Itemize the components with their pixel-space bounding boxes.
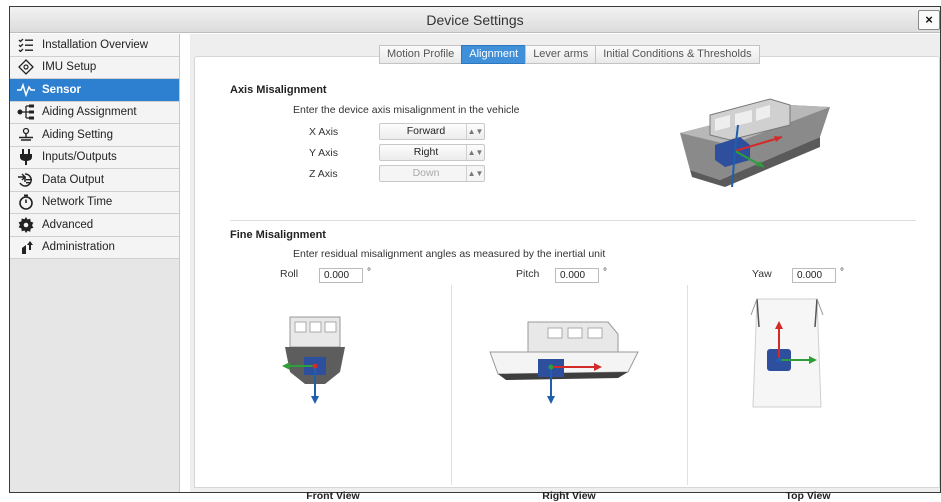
sidebar: Installation Overview IMU Setup Sensor A… — [10, 34, 180, 492]
top-view-caption: Top View — [785, 490, 831, 502]
sidebar-item-sensor[interactable]: Sensor — [10, 79, 179, 102]
sidebar-item-installation-overview[interactable]: Installation Overview — [10, 34, 179, 57]
alignment-panel: Axis Misalignment Enter the device axis … — [194, 56, 940, 502]
right-view-caption: Right View — [542, 490, 596, 502]
axis-misalignment-hint: Enter the device axis misalignment in th… — [293, 104, 520, 116]
yaw-input[interactable] — [792, 268, 836, 283]
x-axis-select[interactable]: Forward ▲▼ — [379, 123, 485, 140]
sidebar-item-label: Data Output — [42, 173, 105, 186]
right-view-illustration — [489, 321, 639, 404]
top-view-illustration — [750, 298, 824, 408]
front-view-illustration — [282, 316, 345, 404]
sidebar-item-label: Network Time — [42, 196, 113, 209]
main-content: Motion Profile Alignment Lever arms Init… — [190, 34, 940, 502]
imu-icon — [17, 59, 35, 76]
axis-misalignment-title: Axis Misalignment — [230, 84, 327, 96]
pitch-label: Pitch — [516, 268, 540, 280]
view-divider — [451, 285, 452, 485]
tab-alignment[interactable]: Alignment — [461, 45, 526, 64]
tree-icon — [17, 104, 35, 120]
waveform-icon — [17, 82, 35, 98]
fine-misalignment-title: Fine Misalignment — [230, 229, 326, 241]
fine-misalignment-hint: Enter residual misalignment angles as me… — [293, 248, 606, 260]
sidebar-item-advanced[interactable]: Advanced — [10, 214, 179, 237]
window-title: Device Settings — [426, 12, 524, 28]
sidebar-item-label: Advanced — [42, 218, 94, 231]
sidebar-item-label: Installation Overview — [42, 38, 149, 51]
plug-icon — [17, 149, 35, 166]
select-arrows-icon: ▲▼ — [466, 166, 484, 181]
yaw-label: Yaw — [752, 268, 772, 280]
sidebar-item-administration[interactable]: Administration — [10, 236, 179, 259]
view-divider — [687, 285, 688, 485]
sidebar-item-label: Inputs/Outputs — [42, 151, 117, 164]
y-axis-label: Y Axis — [309, 147, 338, 159]
pitch-input[interactable] — [555, 268, 599, 283]
sidebar-item-aiding-setting[interactable]: Aiding Setting — [10, 124, 179, 147]
data-output-icon — [17, 172, 35, 188]
gear-icon — [17, 216, 35, 233]
checklist-icon — [17, 37, 35, 53]
antenna-icon — [17, 127, 35, 143]
stopwatch-icon — [17, 194, 35, 211]
sidebar-item-aiding-assignment[interactable]: Aiding Assignment — [10, 101, 179, 124]
sidebar-item-imu-setup[interactable]: IMU Setup — [10, 56, 179, 79]
x-axis-label: X Axis — [309, 126, 339, 138]
roll-degree-unit: ° — [367, 267, 371, 278]
roll-input[interactable] — [319, 268, 363, 283]
sidebar-item-label: Aiding Assignment — [42, 106, 137, 119]
section-divider — [230, 220, 916, 221]
z-axis-label: Z Axis — [309, 168, 338, 180]
roll-label: Roll — [280, 268, 299, 280]
pitch-degree-unit: ° — [603, 267, 607, 278]
sidebar-item-inputs-outputs[interactable]: Inputs/Outputs — [10, 146, 179, 169]
sidebar-item-label: Sensor — [42, 83, 81, 96]
sidebar-item-network-time[interactable]: Network Time — [10, 191, 179, 214]
z-axis-select: Down ▲▼ — [379, 165, 485, 182]
front-view-caption: Front View — [306, 490, 360, 502]
sidebar-item-data-output[interactable]: Data Output — [10, 169, 179, 192]
tab-bar: Motion Profile Alignment Lever arms Init… — [379, 45, 760, 64]
yaw-degree-unit: ° — [840, 267, 844, 278]
title-bar: Device Settings × — [10, 7, 940, 33]
sidebar-item-label: Aiding Setting — [42, 128, 113, 141]
device-settings-window: Device Settings × Installation Overview … — [9, 6, 941, 502]
y-axis-select[interactable]: Right ▲▼ — [379, 144, 485, 161]
select-arrows-icon: ▲▼ — [466, 124, 484, 139]
tab-initial-conditions[interactable]: Initial Conditions & Thresholds — [595, 45, 760, 64]
select-arrows-icon: ▲▼ — [466, 145, 484, 160]
close-button[interactable]: × — [918, 10, 940, 30]
sidebar-item-label: IMU Setup — [42, 61, 97, 74]
boat-3d-illustration — [680, 98, 830, 187]
admin-icon — [17, 239, 35, 255]
sidebar-item-label: Administration — [42, 241, 115, 254]
tab-motion-profile[interactable]: Motion Profile — [379, 45, 462, 64]
tab-lever-arms[interactable]: Lever arms — [525, 45, 596, 64]
